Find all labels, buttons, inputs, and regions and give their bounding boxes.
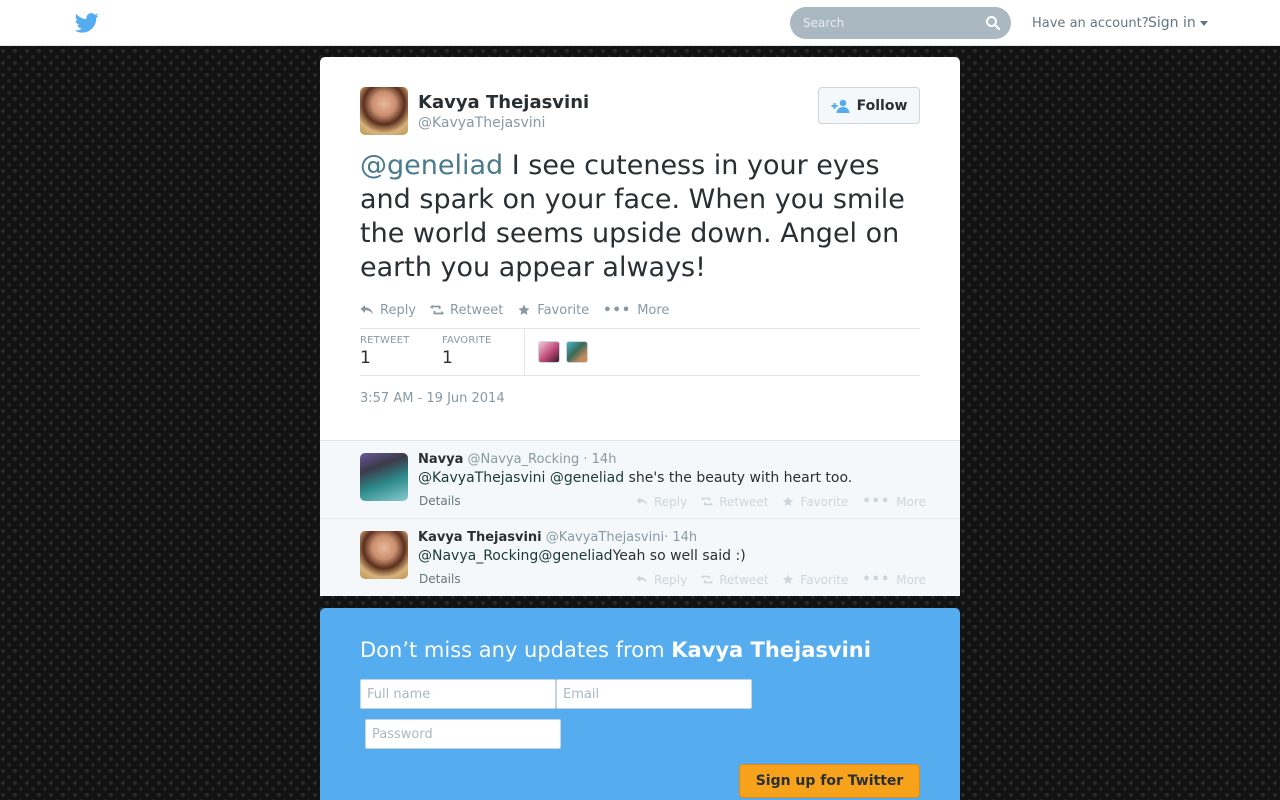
sign-in-dropdown[interactable]: Sign in <box>1148 15 1208 31</box>
retweet-button[interactable]: Retweet <box>701 494 768 509</box>
retweet-label: Retweet <box>450 302 504 318</box>
retweet-button[interactable]: Retweet <box>430 301 503 319</box>
search-box <box>790 7 1011 39</box>
favorite-button[interactable]: Favorite <box>782 494 848 509</box>
retweet-button[interactable]: Retweet <box>701 572 768 587</box>
reply-mention-link[interactable]: @geneliad <box>550 470 624 486</box>
reply-mention-link[interactable]: @Navya_Rocking <box>418 548 538 564</box>
more-dots-icon: ••• <box>862 494 891 509</box>
reply-body: Yeah so well said :) <box>612 548 746 564</box>
reply-author-handle[interactable]: @Navya_Rocking <box>468 452 580 467</box>
reply-author-handle[interactable]: @KavyaThejasvini <box>546 530 664 545</box>
reply-time[interactable]: · 14h <box>664 530 697 545</box>
favoriter-avatar[interactable] <box>538 341 560 363</box>
signup-title-prefix: Don’t miss any updates from <box>360 638 672 662</box>
favorite-stat-label: FAVORITE <box>442 335 492 346</box>
more-label: More <box>896 572 927 587</box>
favoriter-avatar[interactable] <box>566 341 588 363</box>
retweet-icon <box>701 497 714 506</box>
retweet-icon <box>701 575 714 584</box>
favorite-label: Favorite <box>800 572 849 587</box>
reply-label: Reply <box>654 494 688 509</box>
reply-actions: Reply Retweet Favorite ••• More <box>636 572 940 587</box>
favorite-label: Favorite <box>800 494 849 509</box>
reply-avatar[interactable] <box>360 531 408 579</box>
email-field[interactable] <box>556 679 752 709</box>
reply-mention-link[interactable]: @KavyaThejasvini <box>418 470 545 486</box>
reply-author-name[interactable]: Kavya Thejasvini <box>418 530 542 545</box>
favorite-count: 1 <box>442 348 453 368</box>
sign-up-button[interactable]: Sign up for Twitter <box>739 764 920 798</box>
tweet-mention-link[interactable]: @geneliad <box>360 150 503 181</box>
signup-panel: Don’t miss any updates from Kavya Thejas… <box>320 608 960 800</box>
search-input[interactable] <box>790 7 980 39</box>
top-navigation-bar: Have an account? Sign in <box>0 0 1280 46</box>
favorite-button[interactable]: Favorite <box>782 572 848 587</box>
star-icon <box>783 496 794 506</box>
more-label: More <box>637 302 670 318</box>
reply-icon <box>636 575 648 584</box>
reply-icon <box>360 305 373 315</box>
reply-avatar[interactable] <box>360 453 408 501</box>
retweet-icon <box>430 304 445 316</box>
reply-body: she's the beauty with heart too. <box>628 470 853 486</box>
full-name-field[interactable] <box>360 679 556 709</box>
reply-text: @KavyaThejasvini @geneliad she's the bea… <box>418 470 852 486</box>
password-field[interactable] <box>365 719 561 749</box>
details-link[interactable]: Details <box>419 572 461 586</box>
stats-divider <box>524 329 525 376</box>
retweet-stat-label: RETWEET <box>360 335 410 346</box>
signup-title-name: Kavya Thejasvini <box>671 638 871 662</box>
reply-header: Navya @Navya_Rocking · 14h <box>418 452 616 467</box>
reply-header: Kavya Thejasvini @KavyaThejasvini· 14h <box>418 530 697 545</box>
add-user-icon <box>831 99 850 113</box>
reply-tweet[interactable]: Navya @Navya_Rocking · 14h @KavyaThejasv… <box>320 440 960 518</box>
author-name[interactable]: Kavya Thejasvini <box>418 92 589 113</box>
more-button[interactable]: ••• More <box>862 572 926 587</box>
caret-down-icon <box>1199 20 1208 26</box>
twitter-bird-icon[interactable] <box>75 13 99 33</box>
author-avatar[interactable] <box>360 87 408 135</box>
retweet-label: Retweet <box>719 494 769 509</box>
have-account-text: Have an account? <box>1032 16 1149 31</box>
retweet-label: Retweet <box>719 572 769 587</box>
reply-icon <box>636 497 648 506</box>
reply-mention-link[interactable]: @geneliad <box>538 548 612 564</box>
more-button[interactable]: ••• More <box>862 494 926 509</box>
signup-title: Don’t miss any updates from Kavya Thejas… <box>360 638 871 662</box>
retweet-count: 1 <box>360 348 371 368</box>
star-icon <box>518 304 530 315</box>
follow-label: Follow <box>856 97 908 114</box>
reply-text: @Navya_Rocking@geneliadYeah so well said… <box>418 548 746 564</box>
more-dots-icon: ••• <box>862 572 891 587</box>
reply-button[interactable]: Reply <box>636 572 687 587</box>
reply-actions: Reply Retweet Favorite ••• More <box>636 494 940 509</box>
favorite-stat[interactable]: FAVORITE 1 <box>442 335 492 368</box>
star-icon <box>783 574 794 584</box>
details-link[interactable]: Details <box>419 494 461 508</box>
favorite-button[interactable]: Favorite <box>517 301 589 319</box>
sign-in-label: Sign in <box>1148 15 1196 31</box>
tweet-card: Kavya Thejasvini @KavyaThejasvini Follow… <box>320 57 960 596</box>
reply-button[interactable]: Reply <box>360 301 416 319</box>
more-label: More <box>896 494 927 509</box>
tweet-timestamp[interactable]: 3:57 AM - 19 Jun 2014 <box>360 391 505 406</box>
more-button[interactable]: ••• More <box>603 301 669 319</box>
search-icon[interactable] <box>985 15 1001 31</box>
reply-author-name[interactable]: Navya <box>418 452 463 467</box>
tweet-actions: Reply Retweet Favorite ••• More <box>360 301 683 319</box>
reply-button[interactable]: Reply <box>636 494 687 509</box>
more-dots-icon: ••• <box>603 302 632 318</box>
reply-label: Reply <box>654 572 688 587</box>
tweet-text: @geneliad I see cuteness in your eyes an… <box>360 149 920 285</box>
reply-time[interactable]: · 14h <box>579 452 616 467</box>
retweet-stat[interactable]: RETWEET 1 <box>360 335 409 368</box>
follow-button[interactable]: Follow <box>818 87 920 124</box>
author-handle[interactable]: @KavyaThejasvini <box>418 115 545 131</box>
tweet-stats: RETWEET 1 FAVORITE 1 <box>360 328 920 376</box>
reply-tweet[interactable]: Kavya Thejasvini @KavyaThejasvini· 14h @… <box>320 518 960 596</box>
reply-label: Reply <box>380 302 417 318</box>
favorite-label: Favorite <box>537 302 590 318</box>
